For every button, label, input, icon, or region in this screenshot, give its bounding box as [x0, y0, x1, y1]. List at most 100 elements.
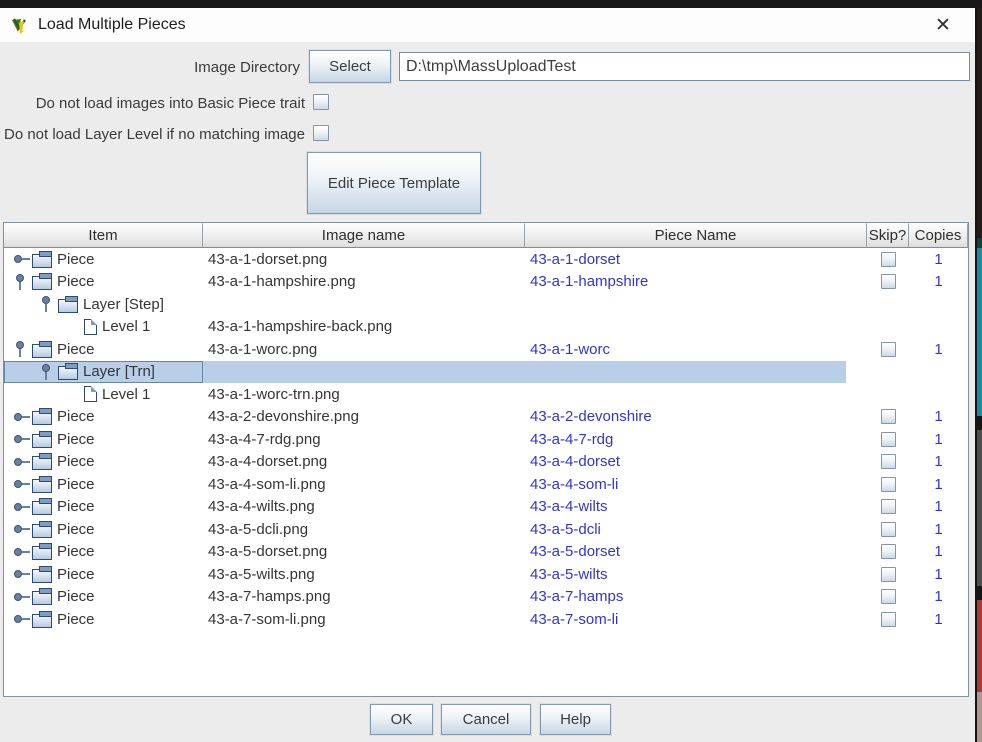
table-row[interactable]: Layer [Trn] — [4, 361, 968, 384]
skip-checkbox[interactable] — [881, 409, 896, 424]
tree-toggle-expanded-icon[interactable] — [12, 340, 32, 358]
table-row[interactable]: Piece 43-a-4-7-rdg.png 43-a-4-7-rdg 1 — [4, 428, 968, 451]
item-cell[interactable]: Level 1 — [4, 316, 203, 339]
table-row[interactable]: Piece 43-a-7-hamps.png 43-a-7-hamps 1 — [4, 586, 968, 609]
table-row[interactable]: Piece 43-a-5-dcli.png 43-a-5-dcli 1 — [4, 518, 968, 541]
piece-name-cell[interactable]: 43-a-5-dorset — [525, 543, 867, 560]
skip-checkbox[interactable] — [881, 477, 896, 492]
table-row[interactable]: Level 1 43-a-1-hampshire-back.png — [4, 316, 968, 339]
skip-checkbox[interactable] — [881, 342, 896, 357]
image-name-cell[interactable]: 43-a-1-hampshire.png — [203, 273, 525, 290]
table-row[interactable]: Piece 43-a-2-devonshire.png 43-a-2-devon… — [4, 406, 968, 429]
skip-checkbox[interactable] — [881, 252, 896, 267]
copies-cell[interactable]: 1 — [909, 251, 968, 268]
table-row[interactable]: Piece 43-a-5-dorset.png 43-a-5-dorset 1 — [4, 541, 968, 564]
copies-cell[interactable]: 1 — [909, 341, 968, 358]
piece-name-cell[interactable]: 43-a-7-som-li — [525, 611, 867, 628]
edit-piece-template-button[interactable]: Edit Piece Template — [307, 152, 481, 214]
skip-checkbox[interactable] — [881, 612, 896, 627]
table-row[interactable]: Piece 43-a-1-dorset.png 43-a-1-dorset 1 — [4, 248, 968, 271]
ok-button[interactable]: OK — [370, 704, 433, 735]
piece-name-cell[interactable]: 43-a-4-wilts — [525, 498, 867, 515]
image-name-cell[interactable]: 43-a-4-7-rdg.png — [203, 431, 525, 448]
tree-toggle-expanded-icon[interactable] — [12, 273, 32, 291]
image-name-cell[interactable]: 43-a-1-dorset.png — [203, 251, 525, 268]
piece-name-cell[interactable]: 43-a-4-dorset — [525, 453, 867, 470]
copies-cell[interactable]: 1 — [909, 498, 968, 515]
image-name-cell[interactable]: 43-a-7-som-li.png — [203, 611, 525, 628]
skip-checkbox[interactable] — [881, 432, 896, 447]
table-row[interactable]: Piece 43-a-5-wilts.png 43-a-5-wilts 1 — [4, 563, 968, 586]
tree-toggle-collapsed-icon[interactable] — [12, 565, 32, 583]
piece-name-cell[interactable]: 43-a-4-7-rdg — [525, 431, 867, 448]
item-cell[interactable]: Piece — [4, 428, 203, 451]
tree-toggle-expanded-icon[interactable] — [38, 363, 58, 381]
copies-cell[interactable]: 1 — [909, 431, 968, 448]
tree-toggle-expanded-icon[interactable] — [38, 295, 58, 313]
tree-toggle-collapsed-icon[interactable] — [12, 408, 32, 426]
skip-checkbox[interactable] — [881, 454, 896, 469]
piece-name-cell[interactable]: 43-a-1-hampshire — [525, 273, 867, 290]
item-cell[interactable]: Piece — [4, 451, 203, 474]
item-cell[interactable]: Piece — [4, 473, 203, 496]
tree-toggle-collapsed-icon[interactable] — [12, 453, 32, 471]
cancel-button[interactable]: Cancel — [441, 704, 531, 735]
image-name-cell[interactable]: 43-a-4-dorset.png — [203, 453, 525, 470]
piece-name-cell[interactable]: 43-a-1-worc — [525, 341, 867, 358]
piece-name-cell[interactable]: 43-a-2-devonshire — [525, 408, 867, 425]
item-cell[interactable]: Layer [Step] — [4, 293, 203, 316]
help-button[interactable]: Help — [540, 704, 611, 735]
column-header-copies[interactable]: Copies — [909, 223, 968, 248]
image-name-cell[interactable]: 43-a-4-som-li.png — [203, 476, 525, 493]
copies-cell[interactable]: 1 — [909, 476, 968, 493]
tree-toggle-collapsed-icon[interactable] — [12, 250, 32, 268]
tree-toggle-collapsed-icon[interactable] — [12, 610, 32, 628]
skip-checkbox[interactable] — [881, 589, 896, 604]
table-row[interactable]: Piece 43-a-4-wilts.png 43-a-4-wilts 1 — [4, 496, 968, 519]
table-row[interactable]: Piece 43-a-7-som-li.png 43-a-7-som-li 1 — [4, 608, 968, 631]
copies-cell[interactable]: 1 — [909, 588, 968, 605]
copies-cell[interactable]: 1 — [909, 543, 968, 560]
table-row[interactable]: Level 1 43-a-1-worc-trn.png — [4, 383, 968, 406]
item-cell[interactable]: Layer [Trn] — [4, 361, 203, 384]
piece-name-cell[interactable]: 43-a-4-som-li — [525, 476, 867, 493]
tree-toggle-collapsed-icon[interactable] — [12, 475, 32, 493]
item-cell[interactable]: Level 1 — [4, 383, 203, 406]
copies-cell[interactable]: 1 — [909, 566, 968, 583]
table-row[interactable]: Layer [Step] — [4, 293, 968, 316]
copies-cell[interactable]: 1 — [909, 453, 968, 470]
column-header-piece-name[interactable]: Piece Name — [525, 223, 867, 248]
copies-cell[interactable]: 1 — [909, 611, 968, 628]
image-name-cell[interactable]: 43-a-5-dcli.png — [203, 521, 525, 538]
column-header-skip[interactable]: Skip? — [867, 223, 909, 248]
copies-cell[interactable]: 1 — [909, 408, 968, 425]
item-cell[interactable]: Piece — [4, 518, 203, 541]
item-cell[interactable]: Piece — [4, 541, 203, 564]
item-cell[interactable]: Piece — [4, 271, 203, 294]
column-header-image-name[interactable]: Image name — [203, 223, 525, 248]
piece-name-cell[interactable]: 43-a-1-dorset — [525, 251, 867, 268]
copies-cell[interactable]: 1 — [909, 521, 968, 538]
image-name-cell[interactable]: 43-a-1-worc-trn.png — [203, 386, 525, 403]
table-row[interactable]: Piece 43-a-4-dorset.png 43-a-4-dorset 1 — [4, 451, 968, 474]
image-name-cell[interactable]: 43-a-2-devonshire.png — [203, 408, 525, 425]
item-cell[interactable]: Piece — [4, 496, 203, 519]
item-cell[interactable]: Piece — [4, 563, 203, 586]
image-name-cell[interactable]: 43-a-1-worc.png — [203, 341, 525, 358]
tree-toggle-collapsed-icon[interactable] — [12, 430, 32, 448]
image-name-cell[interactable]: 43-a-5-wilts.png — [203, 566, 525, 583]
close-icon[interactable]: ✕ — [924, 8, 962, 42]
image-name-cell[interactable]: 43-a-1-hampshire-back.png — [203, 318, 525, 335]
item-cell[interactable]: Piece — [4, 406, 203, 429]
item-cell[interactable]: Piece — [4, 608, 203, 631]
piece-name-cell[interactable]: 43-a-5-wilts — [525, 566, 867, 583]
piece-name-cell[interactable]: 43-a-5-dcli — [525, 521, 867, 538]
skip-checkbox[interactable] — [881, 274, 896, 289]
piece-name-cell[interactable]: 43-a-7-hamps — [525, 588, 867, 605]
image-name-cell[interactable]: 43-a-4-wilts.png — [203, 498, 525, 515]
table-row[interactable]: Piece 43-a-1-worc.png 43-a-1-worc 1 — [4, 338, 968, 361]
tree-toggle-collapsed-icon[interactable] — [12, 543, 32, 561]
image-name-cell[interactable]: 43-a-5-dorset.png — [203, 543, 525, 560]
tree-toggle-collapsed-icon[interactable] — [12, 520, 32, 538]
layer-level-checkbox[interactable] — [313, 125, 329, 141]
